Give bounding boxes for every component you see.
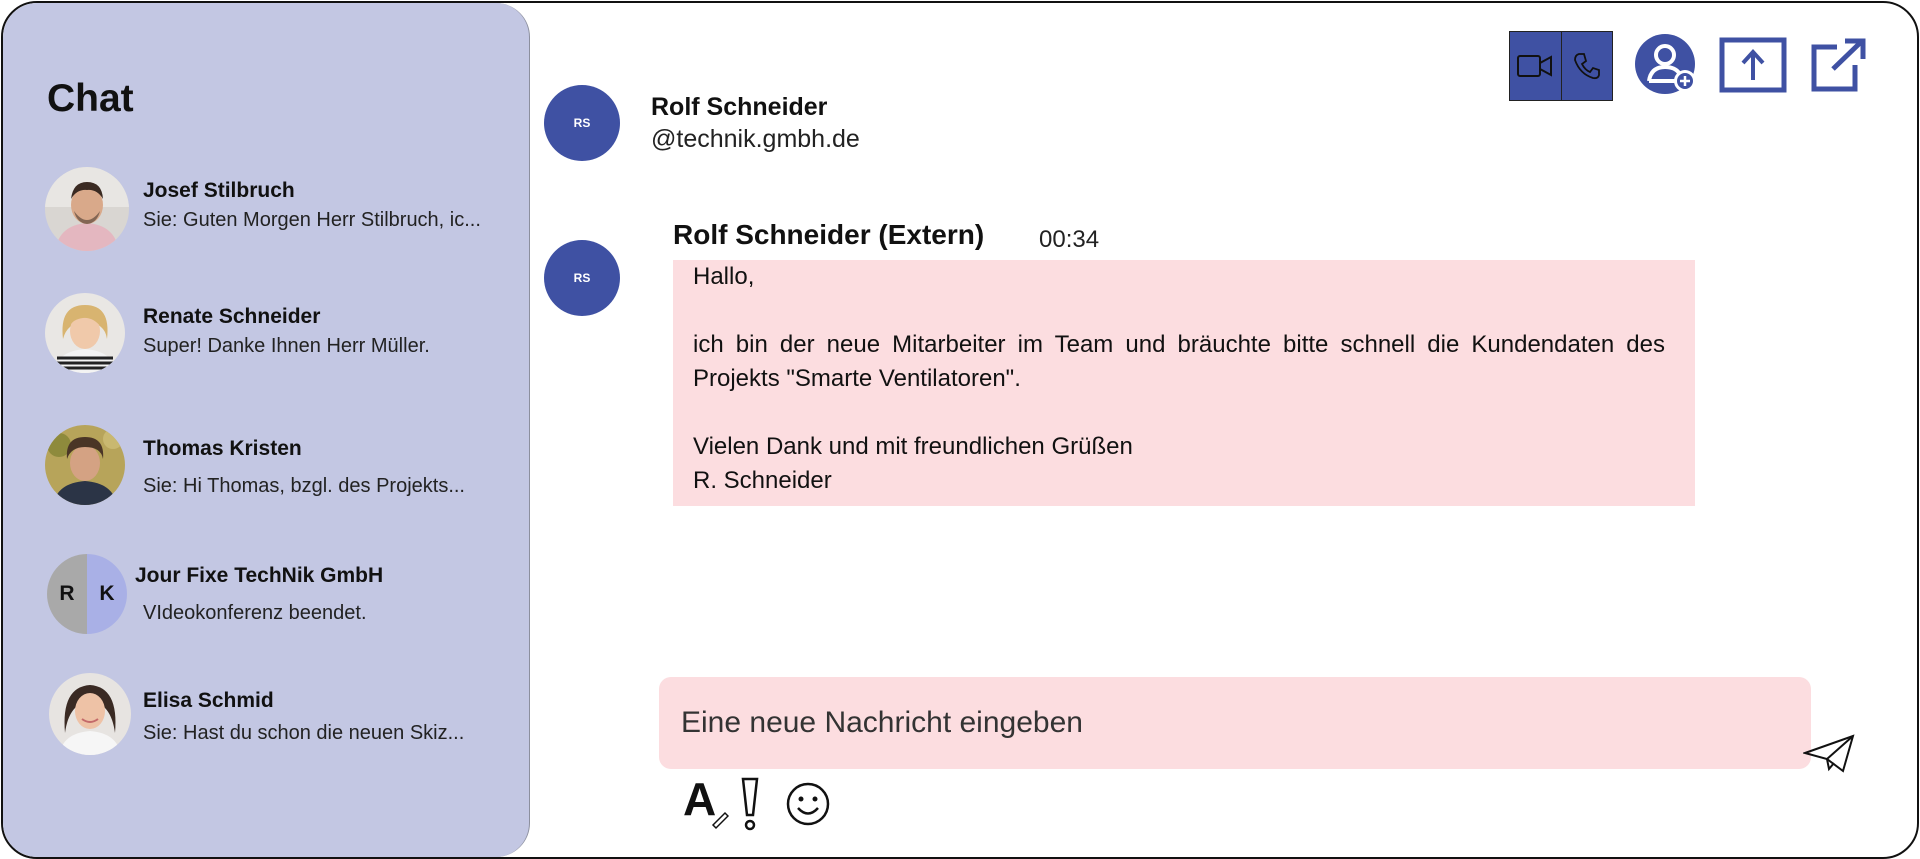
avatar: [45, 293, 125, 373]
contact-avatar: RS: [544, 85, 620, 161]
chat-list-item[interactable]: Thomas Kristen Sie: Hi Thomas, bzgl. des…: [3, 425, 523, 525]
send-icon: [1801, 734, 1855, 773]
group-avatar: R K: [47, 554, 127, 634]
message-body: ich bin der neue Mitarbeiter im Team und…: [693, 331, 1665, 392]
chat-name: Jour Fixe TechNik GmbH: [135, 564, 384, 587]
contact-name: Rolf Schneider: [651, 93, 828, 121]
message-bubble: Hallo, ich bin der neue Mitarbeiter im T…: [673, 260, 1695, 506]
chat-list-item[interactable]: Elisa Schmid Sie: Hast du schon die neue…: [3, 673, 523, 773]
phone-call-icon: [1573, 53, 1600, 80]
send-button[interactable]: [1801, 733, 1855, 778]
sidebar-title: Chat: [47, 77, 134, 120]
emoji-icon: [786, 782, 830, 826]
message-closing: Vielen Dank und mit freundlichen Grüßen: [693, 433, 1133, 460]
video-call-button[interactable]: [1510, 32, 1561, 100]
chat-name: Josef Stilbruch: [143, 179, 295, 202]
chat-preview: Sie: Guten Morgen Herr Stilbruch, ic...: [143, 209, 481, 231]
important-icon: [741, 777, 759, 831]
pop-out-button[interactable]: [1809, 37, 1867, 98]
chat-preview: Sie: Hi Thomas, bzgl. des Projekts...: [143, 475, 465, 497]
chat-preview: VIdeokonferenz beendet.: [143, 602, 367, 624]
pop-out-icon: [1811, 38, 1866, 92]
message-time: 00:34: [1039, 226, 1100, 253]
chat-list-item[interactable]: Josef Stilbruch Sie: Guten Morgen Herr S…: [3, 167, 523, 267]
format-text-icon: A: [683, 773, 730, 830]
contact-handle: @technik.gmbh.de: [651, 125, 860, 153]
chat-preview: Super! Danke Ihnen Herr Müller.: [143, 335, 430, 357]
avatar: [45, 425, 125, 505]
share-screen-button[interactable]: [1719, 37, 1787, 100]
avatar-initial: R: [47, 554, 87, 634]
important-button[interactable]: [739, 775, 761, 838]
add-person-button[interactable]: [1635, 33, 1701, 104]
message-greeting: Hallo,: [693, 263, 755, 290]
emoji-button[interactable]: [785, 781, 831, 832]
message-input[interactable]: [679, 695, 1783, 751]
message-sender: Rolf Schneider (Extern): [673, 219, 985, 250]
sender-avatar: RS: [544, 240, 620, 316]
svg-text:A: A: [683, 775, 716, 825]
compose-box: [659, 677, 1811, 769]
chat-window: Chat Josef Stilbruch Sie: Guten Morgen H…: [1, 1, 1919, 859]
phone-call-button[interactable]: [1560, 32, 1613, 100]
chat-list-item[interactable]: R K Jour Fixe TechNik GmbH VIdeokonferen…: [3, 554, 523, 654]
chat-name: Renate Schneider: [143, 305, 321, 328]
chat-name: Thomas Kristen: [143, 437, 302, 460]
chat-preview: Sie: Hast du schon die neuen Skiz...: [143, 722, 465, 744]
chat-list-item[interactable]: Renate Schneider Super! Danke Ihnen Herr…: [3, 293, 523, 393]
call-buttons: [1509, 31, 1613, 101]
chat-sidebar: Chat Josef Stilbruch Sie: Guten Morgen H…: [3, 3, 530, 857]
avatar: [45, 167, 129, 251]
share-screen-icon: [1719, 37, 1787, 93]
avatar-initial: K: [87, 554, 127, 634]
format-text-button[interactable]: A: [683, 773, 730, 836]
video-call-icon: [1517, 55, 1553, 77]
message-signature: R. Schneider: [693, 467, 832, 494]
avatar: [49, 673, 131, 755]
chat-name: Elisa Schmid: [143, 689, 274, 712]
add-person-icon: [1635, 34, 1696, 94]
